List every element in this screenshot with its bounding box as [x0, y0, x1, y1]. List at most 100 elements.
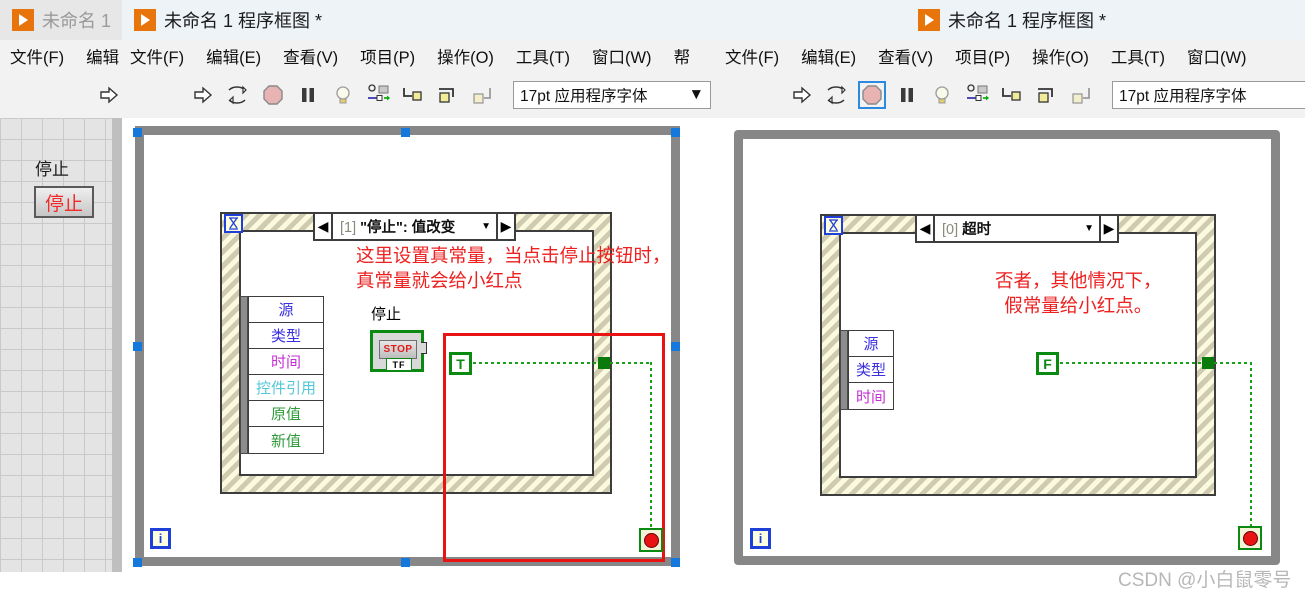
menu-item-file[interactable]: 文件(F) [725, 44, 779, 68]
run-icon[interactable] [789, 82, 815, 108]
event-data-node-middle[interactable]: 源 类型 时间 控件引用 原值 新值 [240, 296, 325, 454]
menu-item-operate[interactable]: 操作(O) [1032, 44, 1089, 68]
event-data-row: 类型 [849, 357, 894, 383]
chevron-down-icon[interactable]: ▼ [476, 221, 496, 232]
event-case-selector-front[interactable]: ◀ [0] 超时 ▼ ▶ [915, 214, 1119, 243]
run-continuously-icon[interactable] [225, 82, 251, 108]
loop-index-terminal-middle[interactable]: i [150, 528, 171, 549]
event-data-node-front[interactable]: 源 类型 时间 [840, 330, 895, 410]
step-into-icon[interactable] [400, 82, 426, 108]
loop-stop-conditional-terminal-middle[interactable] [639, 528, 663, 552]
menu-item-window[interactable]: 窗口(W) [1187, 44, 1247, 68]
toolbar-front[interactable]: 17pt 应用程序字体 [719, 71, 1305, 119]
menu-item-file[interactable]: 文件(F) [130, 44, 184, 68]
event-data-row: 源 [849, 331, 894, 357]
menubar-middle[interactable]: 文件(F) 编辑(E) 查看(V) 项目(P) 操作(O) 工具(T) 窗口(W… [122, 40, 727, 72]
false-constant-front[interactable]: F [1036, 352, 1059, 375]
true-constant-middle[interactable]: T [449, 352, 472, 375]
highlight-execution-icon[interactable] [929, 82, 955, 108]
loop-stop-conditional-terminal-front[interactable] [1238, 526, 1262, 550]
hourglass-icon [224, 214, 243, 233]
wire-corner-to-stop-terminal[interactable] [1250, 362, 1252, 530]
selection-handle-mr[interactable] [671, 342, 680, 351]
menu-item-edit-back[interactable]: 编辑 [86, 44, 119, 68]
titlebar-block-diagram-front[interactable]: 未命名 1 程序框图 * [719, 0, 1305, 40]
stop-button-control[interactable]: 停止 [34, 186, 94, 218]
case-next-arrow[interactable]: ▶ [1101, 216, 1117, 241]
step-over-icon[interactable] [1034, 82, 1060, 108]
step-out-icon[interactable] [1069, 82, 1095, 108]
wire-tunnel-to-corner[interactable] [610, 362, 652, 364]
menu-item-view[interactable]: 查看(V) [283, 44, 338, 68]
stop-boolean-terminal-middle[interactable]: STOP TF [370, 330, 427, 372]
titlebar-front-panel[interactable]: 未命名 1 [0, 0, 134, 40]
stop-output-terminal [421, 342, 427, 354]
selection-handle-bm[interactable] [401, 558, 410, 567]
event-data-row: 类型 [249, 323, 324, 349]
case-prev-arrow[interactable]: ◀ [917, 216, 933, 241]
hourglass-icon [824, 216, 843, 235]
step-over-icon[interactable] [435, 82, 461, 108]
toolbar-middle[interactable]: 17pt 应用程序字体 ▼ [122, 71, 787, 119]
case-next-arrow[interactable]: ▶ [498, 214, 514, 239]
labview-vi-icon [134, 9, 156, 31]
menu-item-operate[interactable]: 操作(O) [437, 44, 494, 68]
menu-item-view[interactable]: 查看(V) [878, 44, 933, 68]
event-case-selector-middle[interactable]: ◀ [1] "停止": 值改变 ▼ ▶ [313, 212, 516, 241]
event-data-row: 时间 [856, 388, 887, 406]
stop-control-caption: 停止 [35, 160, 69, 179]
abort-execution-icon[interactable] [858, 80, 886, 109]
step-out-icon[interactable] [470, 82, 496, 108]
wire-tunnel-to-corner[interactable] [1214, 362, 1252, 364]
selection-handle-ml[interactable] [133, 342, 142, 351]
abort-execution-icon[interactable] [260, 82, 286, 108]
annotation-text-middle: 这里设置真常量，当点击停止按钮时， 真常量就会给小红点 [356, 243, 671, 293]
selection-handle-bl[interactable] [133, 558, 142, 567]
menu-item-tools[interactable]: 工具(T) [516, 44, 570, 68]
menu-item-window[interactable]: 窗口(W) [592, 44, 652, 68]
run-icon[interactable] [190, 82, 216, 108]
titlebar-block-diagram-middle[interactable]: 未命名 1 程序框图 * [122, 0, 731, 40]
wire-corner-to-stop-terminal[interactable] [650, 362, 652, 532]
stop-terminal-caption: 停止 [371, 306, 402, 323]
selection-handle-tl[interactable] [133, 128, 142, 137]
pause-icon[interactable] [894, 82, 920, 108]
case-prev-arrow[interactable]: ◀ [315, 214, 331, 239]
annotation-text-front: 否者，其他情况下， 假常量给小红点。 [995, 268, 1162, 318]
tunnel-output-middle[interactable] [598, 357, 610, 369]
tunnel-output-front[interactable] [1202, 357, 1214, 369]
menu-item-edit[interactable]: 编辑(E) [801, 44, 856, 68]
selection-handle-tm[interactable] [401, 128, 410, 137]
labview-vi-icon [917, 9, 940, 31]
stop-tf-label: TF [386, 358, 412, 371]
pause-icon[interactable] [295, 82, 321, 108]
loop-index-terminal-front[interactable]: i [750, 528, 771, 549]
chevron-down-icon[interactable]: ▼ [1079, 223, 1099, 234]
menu-item-project[interactable]: 项目(P) [360, 44, 415, 68]
wire-false-to-tunnel[interactable] [1060, 362, 1205, 364]
menu-item-project[interactable]: 项目(P) [955, 44, 1010, 68]
run-icon[interactable] [96, 82, 122, 108]
run-continuously-icon[interactable] [824, 82, 850, 108]
retain-wire-values-icon[interactable] [964, 82, 990, 108]
menu-item-edit[interactable]: 编辑(E) [206, 44, 261, 68]
step-into-icon[interactable] [999, 82, 1025, 108]
menubar-front[interactable]: 文件(F) 编辑(E) 查看(V) 项目(P) 操作(O) 工具(T) 窗口(W… [719, 40, 1305, 72]
wire-true-to-tunnel[interactable] [473, 362, 601, 364]
menu-item-help[interactable]: 帮 [674, 44, 691, 68]
selection-handle-br[interactable] [671, 558, 680, 567]
highlight-execution-icon[interactable] [330, 82, 356, 108]
event-data-node-rows: 源 类型 时间 控件引用 原值 新值 [248, 296, 325, 454]
chevron-down-icon[interactable]: ▼ [675, 86, 704, 104]
selection-handle-tr[interactable] [671, 128, 680, 137]
retain-wire-values-icon[interactable] [365, 82, 391, 108]
window-title-block-diagram-front: 未命名 1 程序框图 * [947, 11, 1107, 31]
font-selector-middle[interactable]: 17pt 应用程序字体 ▼ [513, 80, 711, 109]
stop-dot-icon [643, 532, 659, 548]
toolbar-front-panel[interactable] [0, 71, 134, 119]
menu-item-file-back[interactable]: 文件(F) [10, 44, 64, 68]
window-front-panel[interactable]: 未命名 1 文件(F) 编辑 停止 停止 [0, 0, 134, 597]
font-selector-front[interactable]: 17pt 应用程序字体 [1112, 80, 1305, 109]
menu-item-tools[interactable]: 工具(T) [1111, 44, 1165, 68]
menubar-front-panel[interactable]: 文件(F) 编辑 [0, 40, 132, 72]
